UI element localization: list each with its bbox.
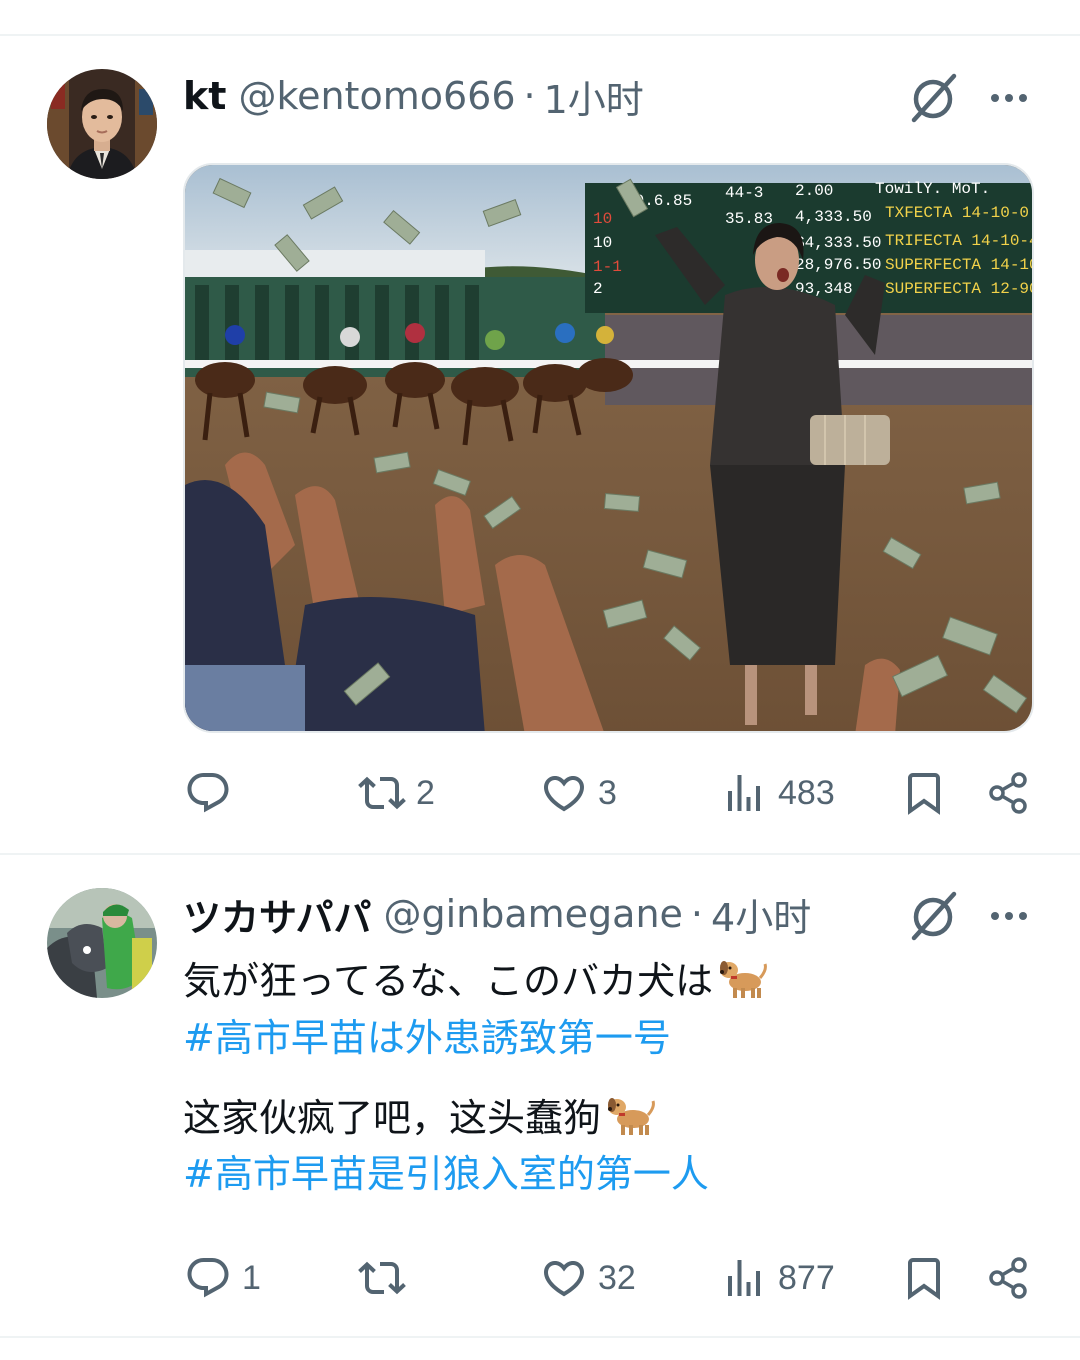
share-button[interactable] [985,1248,1033,1308]
views-icon [728,775,760,811]
tweet-actions: 2 3 483 [0,763,1080,823]
display-name[interactable]: kt [183,74,226,118]
dog-emoji-icon [720,961,768,998]
display-name[interactable]: ツカサパパ [183,887,371,942]
svg-text:1-1: 1-1 [593,258,622,276]
tweet-text-line: 気が狂ってるな、このバカ犬は [183,950,769,1005]
horse-race-photo: 10.6.85 44-3 2.00 TowilY. MoT. 35.83 4,333.5… [185,165,1034,731]
like-count: 3 [598,773,617,812]
reply-count: 1 [242,1258,261,1297]
tweet-header: ツカサパパ @ginbamegane · 4小时 [183,887,811,942]
tweet-image[interactable]: 10.6.85 44-3 2.00 TowilY. MoT. 35.83 4,333.5… [183,163,1034,733]
avatar[interactable] [47,69,157,179]
retweet-count: 2 [416,773,435,812]
tweet-text-cn: 这家伙疯了吧，这头蠢狗 [183,1096,602,1140]
views-button[interactable]: 483 [720,763,835,823]
like-button[interactable]: 3 [540,763,617,823]
reply-button[interactable] [184,763,242,823]
separator-dot: · [690,892,704,936]
reply-button[interactable]: 1 [184,1248,261,1308]
share-icon [989,772,1027,814]
tweet-header: kt @kentomo666 · 1小时 [183,69,644,124]
bottom-divider [0,1336,1080,1338]
dog-emoji-icon [608,1098,655,1135]
svg-text:44-3: 44-3 [725,184,763,202]
timestamp[interactable]: 1小时 [544,69,644,124]
tweet-text-line: 这家伙疯了吧，这头蠢狗 [183,1087,657,1142]
svg-text:10: 10 [593,210,612,228]
views-button[interactable]: 877 [720,1248,835,1308]
views-count: 483 [778,773,835,812]
share-button[interactable] [985,763,1033,823]
retweet-button[interactable]: 2 [358,763,435,823]
tweet-actions: 1 32 877 [0,1248,1080,1308]
timestamp[interactable]: 4小时 [711,887,811,942]
bookmark-icon [908,773,940,815]
svg-text:4,333.50: 4,333.50 [795,208,872,226]
svg-text:2: 2 [593,280,603,298]
reply-icon [187,773,229,813]
avatar[interactable] [47,888,157,998]
more-options-icon[interactable] [985,78,1035,118]
heart-icon [543,1261,585,1297]
svg-text:2.00: 2.00 [795,182,833,200]
svg-text:$4,333.50: $4,333.50 [795,234,881,252]
like-count: 32 [598,1258,636,1297]
svg-text:TowilY. MoT.: TowilY. MoT. [875,180,990,198]
user-handle[interactable]: @kentomo666 [238,74,515,118]
svg-text:SUPERFECTA 12-90-2: SUPERFECTA 12-90-2 [885,280,1034,298]
views-icon [728,1260,760,1296]
separator-dot: · [523,74,536,118]
more-options-icon[interactable] [985,896,1035,936]
grok-icon[interactable] [906,70,962,126]
retweet-icon [358,776,406,810]
bookmark-icon [908,1258,940,1300]
bookmark-button[interactable] [900,1248,948,1308]
views-count: 877 [778,1258,835,1297]
svg-text:28,976.50: 28,976.50 [795,256,881,274]
reply-icon [187,1258,229,1298]
svg-text:SUPERFECTA 14-10-8-2: SUPERFECTA 14-10-8-2 [885,256,1034,274]
tweet-text-jp: 気が狂ってるな、このバカ犬は [183,959,714,1003]
heart-icon [543,776,585,812]
tweet-divider [0,853,1080,855]
share-icon [989,1257,1027,1299]
svg-text:10: 10 [593,234,612,252]
svg-text:TXFECTA 14-10-0: TXFECTA 14-10-0 [885,204,1029,222]
retweet-button[interactable] [358,1248,416,1308]
hashtag-cn[interactable]: #高市早苗是引狼入室的第一人 [183,1143,709,1198]
grok-icon[interactable] [906,888,962,944]
retweet-icon [358,1261,406,1295]
bookmark-button[interactable] [900,763,948,823]
like-button[interactable]: 32 [540,1248,636,1308]
svg-text:TRIFECTA 14-10-4: TRIFECTA 14-10-4 [885,232,1034,250]
user-handle[interactable]: @ginbamegane [383,892,682,936]
top-divider [0,34,1080,36]
hashtag-jp[interactable]: #高市早苗は外患誘致第一号 [183,1007,671,1062]
svg-text:35.83: 35.83 [725,210,773,228]
